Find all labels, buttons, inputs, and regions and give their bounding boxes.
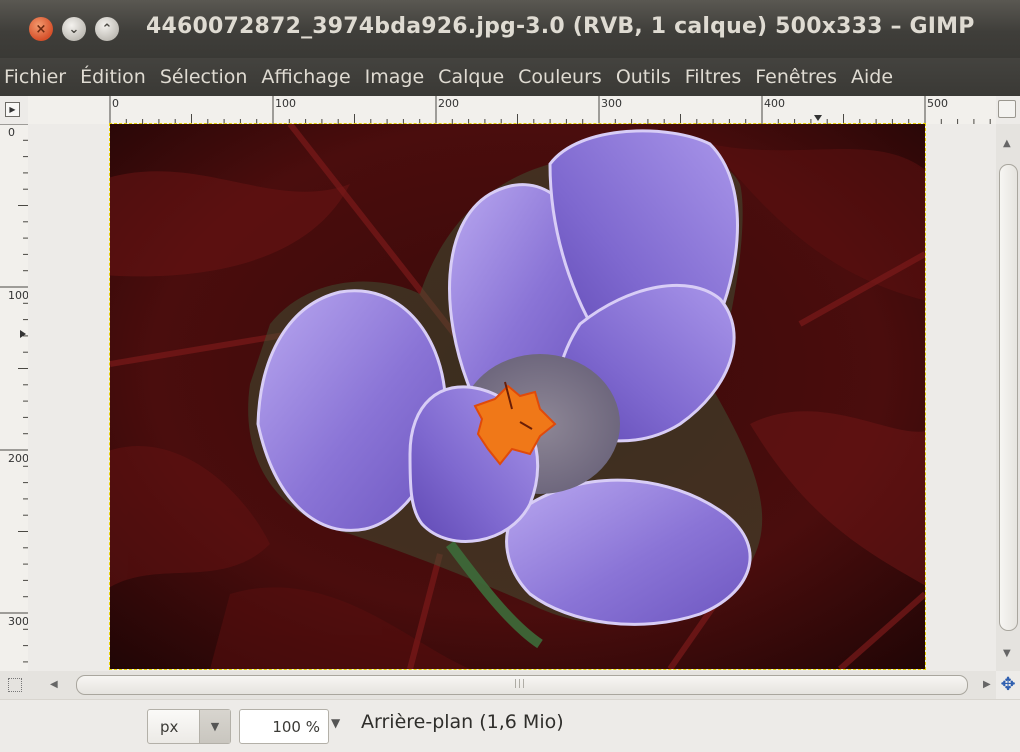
scroll-up-icon[interactable]: ▲ (1003, 138, 1011, 149)
minimize-icon[interactable]: ⌄ (62, 17, 86, 41)
window-title: 4460072872_3974bda926.jpg-3.0 (RVB, 1 ca… (146, 14, 975, 39)
zoom-value: 100 % (272, 718, 320, 736)
unit-value: px (160, 718, 179, 736)
hruler-label-0: 0 (112, 97, 119, 110)
menu-bar: Fichier Édition Sélection Affichage Imag… (0, 58, 1020, 96)
zoom-dropdown-icon[interactable]: ▼ (331, 716, 340, 730)
zoom-to-fit-icon[interactable] (998, 100, 1016, 118)
vertical-scrollbar[interactable]: ▲ ▼ (996, 124, 1020, 671)
navigate-icon[interactable]: ✥ (999, 676, 1017, 694)
scroll-right-icon[interactable]: ▶ (983, 679, 991, 690)
horizontal-scrollbar[interactable]: ◀ ||| ▶ (28, 671, 996, 699)
quick-mask-toggle[interactable] (0, 671, 28, 699)
menu-selection[interactable]: Sélection (153, 66, 255, 88)
pointer-marker-icon (20, 330, 26, 338)
menu-image[interactable]: Image (358, 66, 432, 88)
scroll-down-icon[interactable]: ▼ (1003, 648, 1011, 659)
hruler-label-100: 100 (275, 97, 296, 110)
image-canvas[interactable] (110, 124, 925, 669)
scroll-grip-icon: ||| (514, 679, 527, 689)
maximize-icon[interactable]: ⌃ (95, 17, 119, 41)
menu-edition[interactable]: Édition (73, 66, 153, 88)
menu-affichage[interactable]: Affichage (254, 66, 357, 88)
menu-outils[interactable]: Outils (609, 66, 678, 88)
menu-fichier[interactable]: Fichier (0, 66, 73, 88)
hruler-label-300: 300 (601, 97, 622, 110)
pointer-marker-icon (814, 115, 822, 121)
vruler-label-100: 100 (8, 289, 28, 302)
chevron-down-icon[interactable]: ▼ (199, 710, 230, 743)
menu-aide[interactable]: Aide (844, 66, 900, 88)
menu-filtres[interactable]: Filtres (678, 66, 749, 88)
vruler-label-0: 0 (8, 126, 15, 139)
ruler-corner: ▶ (0, 96, 28, 124)
vertical-ruler[interactable]: 0 100 200 300 (0, 124, 29, 671)
vruler-label-200: 200 (8, 452, 28, 465)
horizontal-scroll-thumb[interactable]: ||| (76, 675, 968, 695)
menu-couleurs[interactable]: Couleurs (511, 66, 609, 88)
close-icon[interactable]: × (29, 17, 53, 41)
horizontal-ruler[interactable]: 0 100 200 300 400 500 (28, 96, 996, 125)
hruler-label-500: 500 (927, 97, 948, 110)
menu-arrow-icon[interactable]: ▶ (5, 102, 20, 117)
scroll-left-icon[interactable]: ◀ (50, 679, 58, 690)
quick-mask-icon (8, 678, 22, 692)
vruler-label-300: 300 (8, 615, 28, 628)
menu-fenetres[interactable]: Fenêtres (748, 66, 844, 88)
hruler-label-400: 400 (764, 97, 785, 110)
layer-info: Arrière-plan (1,6 Mio) (361, 711, 564, 733)
vertical-scroll-thumb[interactable] (999, 164, 1018, 631)
hruler-label-200: 200 (438, 97, 459, 110)
menu-calque[interactable]: Calque (431, 66, 511, 88)
title-bar: × ⌄ ⌃ 4460072872_3974bda926.jpg-3.0 (RVB… (0, 0, 1020, 58)
unit-selector[interactable]: px ▼ (147, 709, 231, 744)
status-bar: px ▼ 100 % ▼ Arrière-plan (1,6 Mio) (0, 699, 1020, 752)
zoom-field[interactable]: 100 % (239, 709, 329, 744)
